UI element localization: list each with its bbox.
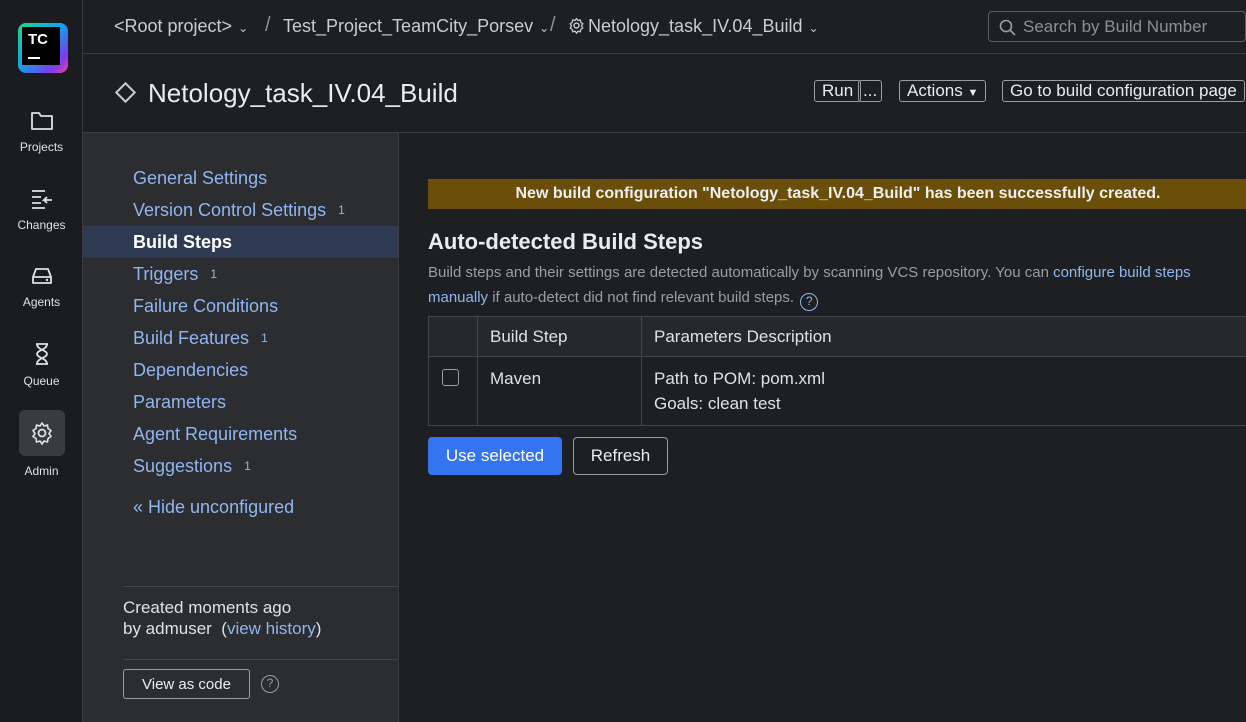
logo-text: TC bbox=[28, 31, 48, 48]
nav-changes-label: Changes bbox=[17, 218, 66, 232]
gear-icon bbox=[31, 422, 52, 445]
section-heading: Auto-detected Build Steps bbox=[428, 229, 704, 254]
count-badge: 1 bbox=[210, 267, 218, 281]
help-icon[interactable]: ? bbox=[261, 675, 279, 693]
table-row: Maven Path to POM: pom.xml Goals: clean … bbox=[428, 356, 1246, 426]
sidebar-item-suggestions[interactable]: Suggestions 1 bbox=[83, 450, 398, 482]
refresh-button[interactable]: Refresh bbox=[573, 437, 668, 475]
sidebar-item-vcs-settings[interactable]: Version Control Settings 1 bbox=[83, 194, 398, 226]
breadcrumb-separator: / bbox=[265, 14, 271, 36]
nav-rail: TC Projects Changes Agents Queue Admin bbox=[0, 0, 83, 722]
sidebar-item-agent-requirements[interactable]: Agent Requirements bbox=[83, 418, 398, 450]
section-description: Build steps and their settings are detec… bbox=[428, 260, 1246, 311]
search-box bbox=[988, 11, 1246, 42]
success-banner: New build configuration "Netology_task_I… bbox=[428, 179, 1246, 209]
view-as-code-button[interactable]: View as code bbox=[123, 669, 250, 699]
breadcrumb-config[interactable]: Netology_task_IV.04_Build ⌄ bbox=[568, 16, 819, 37]
breadcrumb-project[interactable]: Test_Project_TeamCity_Porsev ⌄ bbox=[283, 16, 549, 37]
nav-admin-label: Admin bbox=[24, 464, 59, 478]
page-title: Netology_task_IV.04_Build bbox=[148, 78, 458, 108]
step-name: Maven bbox=[477, 356, 642, 426]
breadcrumb-separator: / bbox=[550, 14, 556, 36]
sidebar-item-general-settings[interactable]: General Settings bbox=[83, 162, 398, 194]
teamcity-logo[interactable]: TC bbox=[18, 23, 68, 73]
sidebar-item-build-features[interactable]: Build Features 1 bbox=[83, 322, 398, 354]
goto-config-button[interactable]: Go to build configuration page bbox=[1002, 80, 1245, 102]
top-bar: <Root project> ⌄ / Test_Project_TeamCity_… bbox=[83, 0, 1246, 54]
logo-mark: TC bbox=[22, 27, 60, 65]
folder-icon bbox=[30, 112, 53, 130]
hourglass-icon bbox=[35, 343, 48, 365]
search-input[interactable] bbox=[1023, 15, 1238, 38]
chevron-down-icon: ⌄ bbox=[238, 21, 249, 35]
title-row: Netology_task_IV.04_Build Run ... Action… bbox=[83, 54, 1246, 133]
caret-down-icon: ▼ bbox=[967, 87, 979, 99]
agents-icon bbox=[31, 268, 52, 284]
sidebar-item-dependencies[interactable]: Dependencies bbox=[83, 354, 398, 386]
nav-agents[interactable]: Agents bbox=[0, 265, 83, 309]
step-checkbox[interactable] bbox=[442, 369, 459, 386]
hide-unconfigured-link[interactable]: « Hide unconfigured bbox=[83, 491, 398, 523]
sidebar-item-failure-conditions[interactable]: Failure Conditions bbox=[83, 290, 398, 322]
view-history-link[interactable]: view history bbox=[227, 619, 316, 638]
run-options-button[interactable]: ... bbox=[858, 80, 883, 102]
count-badge: 1 bbox=[244, 459, 251, 473]
table-header-row: Build Step Parameters Description bbox=[428, 316, 1246, 357]
actions-button[interactable]: Actions ▼ bbox=[899, 80, 987, 102]
gear-icon bbox=[569, 17, 584, 34]
build-steps-table: Build Step Parameters Description Maven … bbox=[428, 316, 1246, 426]
breadcrumb-root[interactable]: <Root project> ⌄ bbox=[114, 16, 248, 37]
changes-icon bbox=[31, 190, 52, 209]
nav-admin[interactable]: Admin bbox=[0, 410, 83, 478]
created-info: Created moments ago by admuser (view his… bbox=[123, 598, 322, 638]
nav-projects-label: Projects bbox=[19, 140, 64, 154]
count-badge: 1 bbox=[261, 331, 268, 345]
nav-agents-label: Agents bbox=[22, 295, 61, 309]
sidebar-item-build-steps[interactable]: Build Steps bbox=[83, 226, 398, 258]
divider bbox=[123, 659, 399, 660]
main-content: New build configuration "Netology_task_I… bbox=[399, 133, 1246, 722]
build-config-icon bbox=[114, 81, 137, 104]
divider bbox=[123, 586, 399, 587]
column-header-select bbox=[428, 316, 478, 357]
nav-changes[interactable]: Changes bbox=[0, 188, 83, 232]
settings-sidebar: General Settings Version Control Setting… bbox=[83, 133, 399, 722]
nav-queue-label: Queue bbox=[23, 374, 60, 388]
nav-projects[interactable]: Projects bbox=[0, 110, 83, 154]
nav-queue[interactable]: Queue bbox=[0, 342, 83, 388]
chevron-down-icon: ⌄ bbox=[539, 21, 550, 35]
count-badge: 1 bbox=[338, 203, 345, 217]
run-button[interactable]: Run bbox=[814, 80, 862, 102]
use-selected-button[interactable]: Use selected bbox=[428, 437, 562, 475]
step-parameters: Path to POM: pom.xml Goals: clean test bbox=[641, 356, 1246, 426]
column-header-build-step: Build Step bbox=[477, 316, 642, 357]
search-icon bbox=[999, 19, 1016, 36]
chevron-down-icon: ⌄ bbox=[808, 21, 819, 35]
sidebar-item-parameters[interactable]: Parameters bbox=[83, 386, 398, 418]
column-header-parameters: Parameters Description bbox=[641, 316, 1246, 357]
help-icon[interactable]: ? bbox=[800, 293, 819, 311]
sidebar-item-triggers[interactable]: Triggers 1 bbox=[83, 258, 398, 290]
